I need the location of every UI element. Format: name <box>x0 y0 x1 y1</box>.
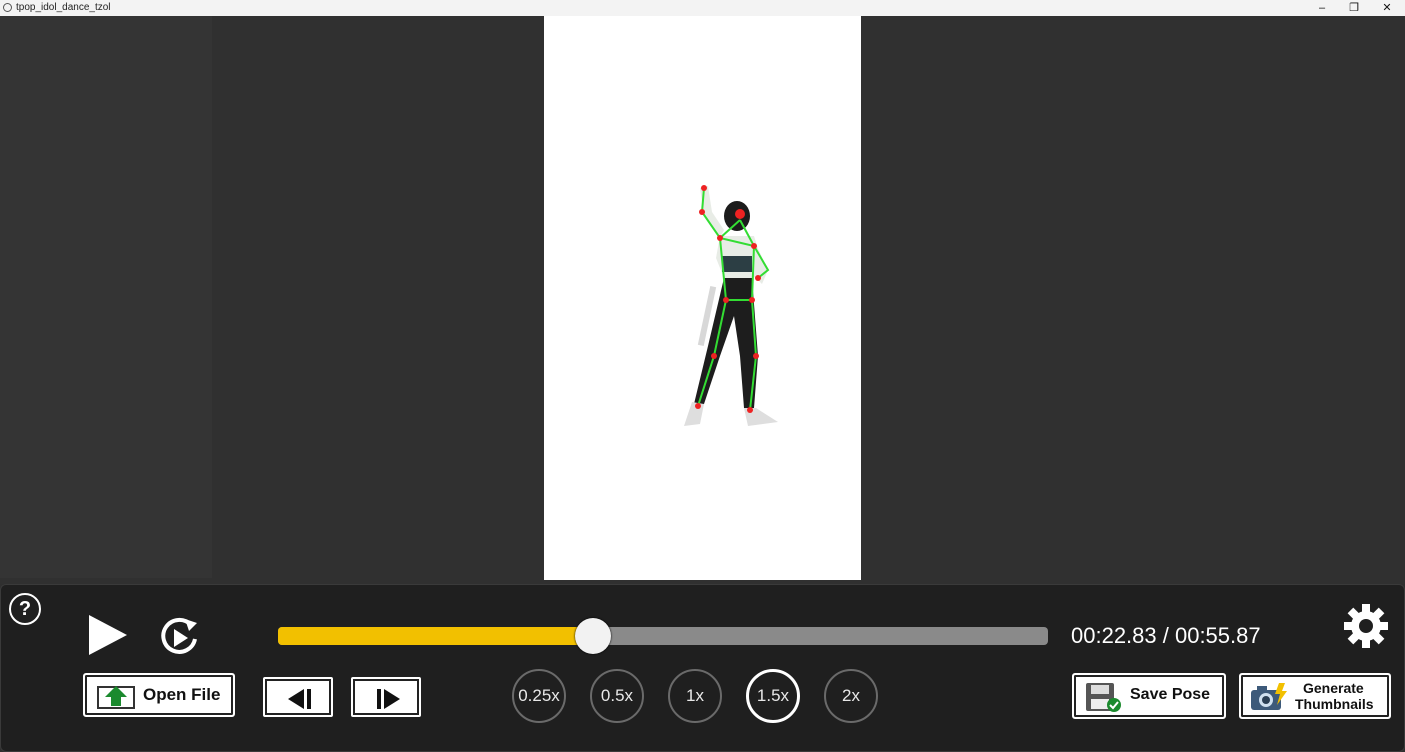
step-forward-icon <box>377 689 400 709</box>
time-display: 00:22.83 / 00:55.87 <box>1071 623 1261 648</box>
save-pose-label: Save Pose <box>1130 686 1211 703</box>
play-icon <box>89 615 127 655</box>
title-bar: tpop_idol_dance_tzol – ❐ ✕ <box>0 0 1405 16</box>
speed-2x-button[interactable]: 2x <box>824 669 878 723</box>
app-icon <box>3 3 12 12</box>
save-pose-button[interactable]: Save Pose <box>1072 673 1226 719</box>
replay-button[interactable] <box>157 615 201 659</box>
gear-icon <box>1344 604 1388 648</box>
step-back-icon <box>288 689 311 709</box>
side-panel <box>0 16 212 578</box>
speed-0.25x-button[interactable]: 0.25x <box>512 669 566 723</box>
open-file-button[interactable]: Open File <box>83 673 235 717</box>
close-button[interactable]: ✕ <box>1373 0 1401 16</box>
minimize-button[interactable]: – <box>1308 0 1336 16</box>
dancer-figure <box>684 186 778 426</box>
seek-bar[interactable] <box>278 618 1048 654</box>
upload-icon <box>97 686 135 709</box>
step-forward-button[interactable] <box>351 677 421 717</box>
window-title: tpop_idol_dance_tzol <box>16 2 111 13</box>
open-file-label: Open File <box>143 685 221 704</box>
generate-thumbnails-label-1: Generate <box>1303 680 1364 696</box>
save-icon <box>1086 683 1121 712</box>
replay-icon <box>161 617 197 654</box>
video-frame[interactable] <box>544 16 861 580</box>
generate-thumbnails-label-2: Thumbnails <box>1295 696 1374 712</box>
seek-handle[interactable] <box>574 618 611 654</box>
seek-progress <box>278 627 593 645</box>
help-button[interactable]: ? <box>9 593 41 625</box>
video-stage <box>0 16 1405 584</box>
generate-thumbnails-button[interactable]: Generate Thumbnails <box>1239 673 1391 719</box>
control-panel: ? 00:22.83 / 00:55.87 Open File 0.25x 0.… <box>0 584 1405 752</box>
speed-0.5x-button[interactable]: 0.5x <box>590 669 644 723</box>
speed-1x-button[interactable]: 1x <box>668 669 722 723</box>
restore-button[interactable]: ❐ <box>1340 0 1368 16</box>
settings-button[interactable] <box>1343 603 1389 649</box>
play-button[interactable] <box>87 613 129 657</box>
pose-skeleton-overlay <box>684 185 778 426</box>
step-back-button[interactable] <box>263 677 333 717</box>
speed-1.5x-button[interactable]: 1.5x <box>746 669 800 723</box>
camera-icon <box>1251 683 1287 710</box>
